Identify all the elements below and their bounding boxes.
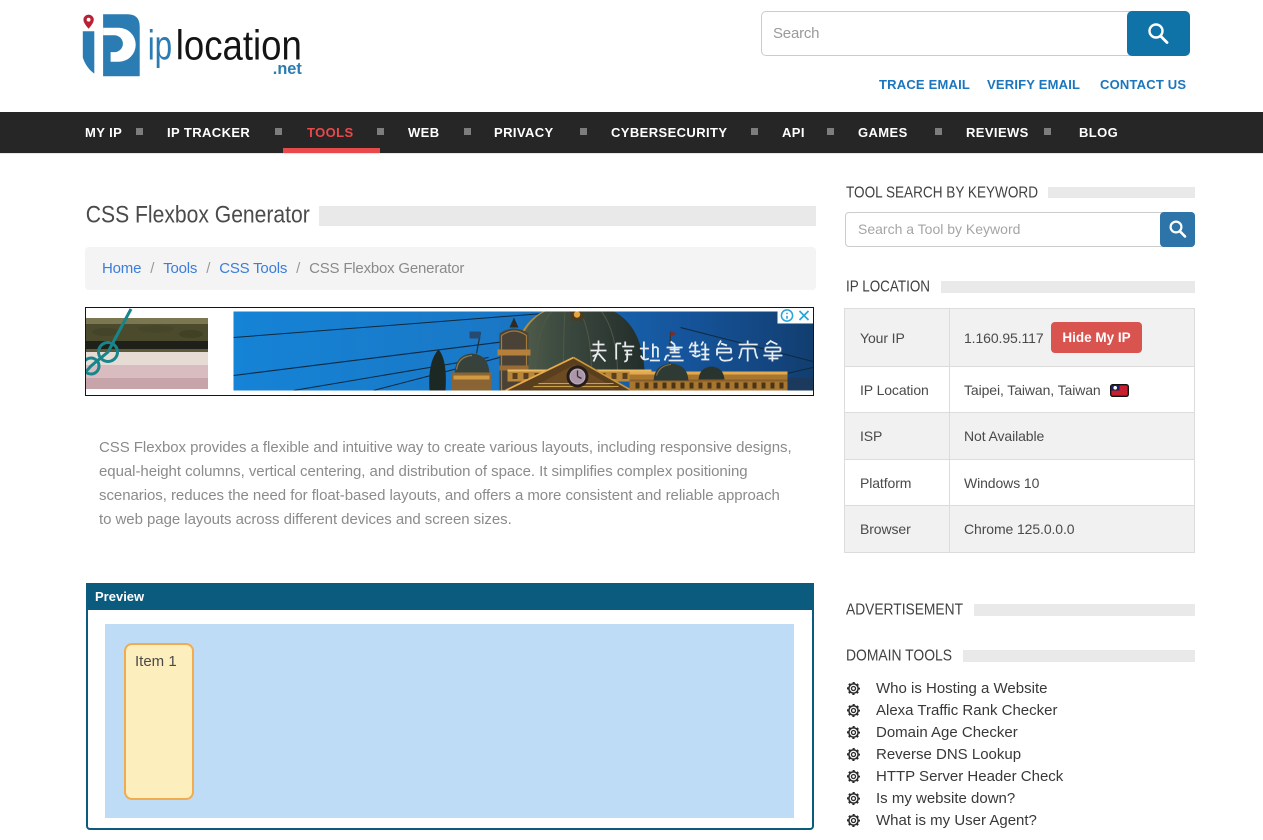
svg-text:CSS Flexbox Generator: CSS Flexbox Generator (86, 201, 310, 228)
svg-text:DOMAIN TOOLS: DOMAIN TOOLS (846, 648, 952, 665)
svg-text:TOOL SEARCH BY KEYWORD: TOOL SEARCH BY KEYWORD (846, 185, 1038, 202)
svg-text:ip: ip (148, 21, 173, 68)
svg-text:ADVERTISEMENT: ADVERTISEMENT (846, 602, 963, 619)
svg-text:IP LOCATION: IP LOCATION (846, 279, 930, 296)
svg-text:.net: .net (273, 59, 302, 78)
